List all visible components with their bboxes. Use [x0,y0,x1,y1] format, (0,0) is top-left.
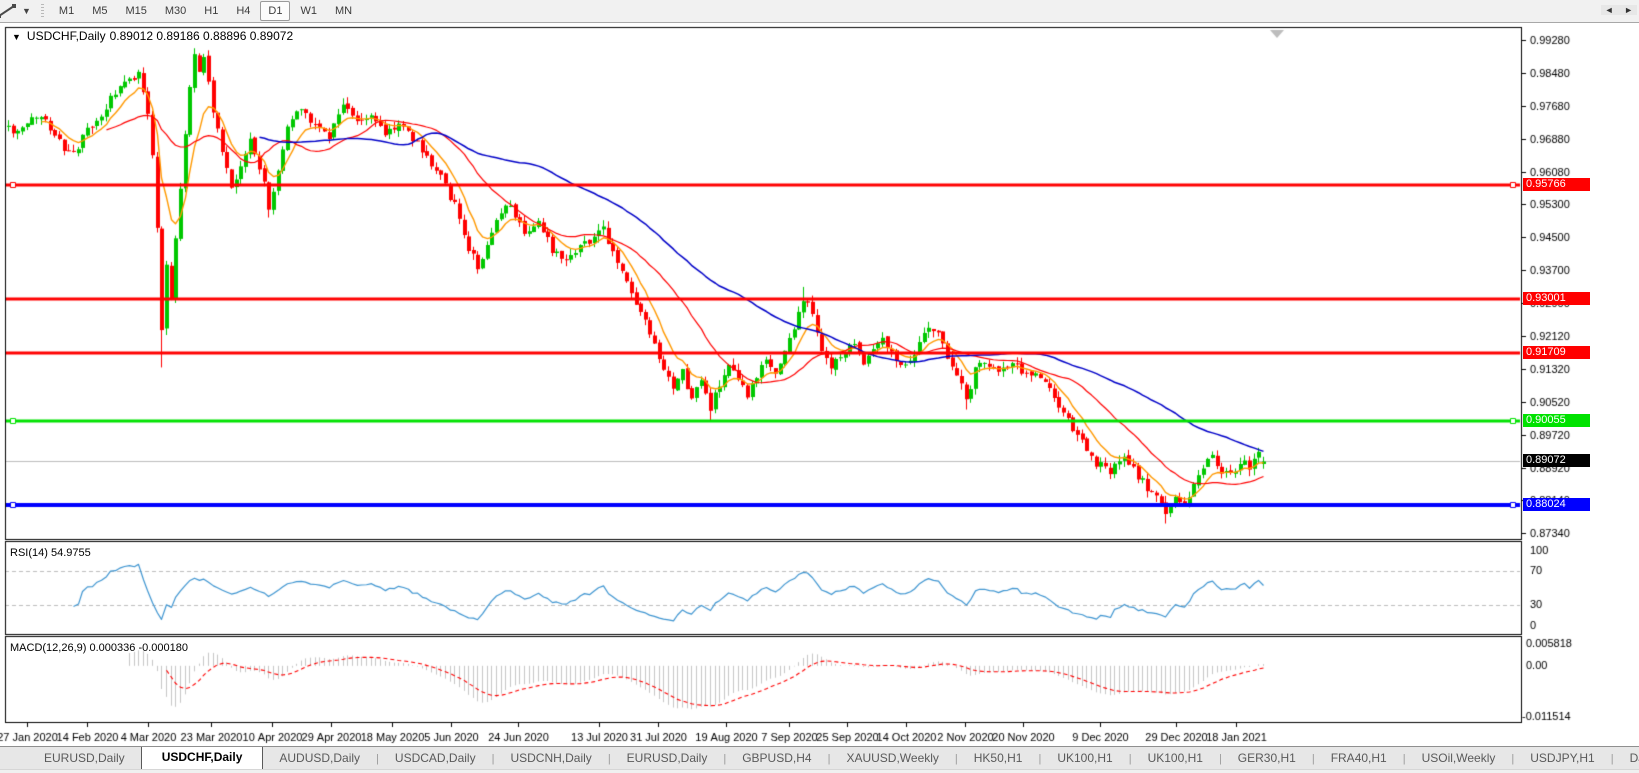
chart-tab-eurusd-daily[interactable]: EURUSD,Daily [28,748,141,769]
timeframe-button-m5[interactable]: M5 [84,1,115,21]
chart-tab-usdcad-daily[interactable]: USDCAD,Daily [379,748,492,769]
chart-tab-fra40-h1[interactable]: FRA40,H1 [1315,748,1403,769]
rsi-indicator-label: RSI(14) 54.9755 [10,547,91,559]
chart-tab-uk100-h1[interactable]: UK100,H1 [1041,748,1128,769]
chart-tab-xauusd-weekly[interactable]: XAUUSD,Weekly [830,748,954,769]
chart-tab-ger30-h1[interactable]: GER30,H1 [1222,748,1312,769]
chart-tab-bar: EURUSD,Daily USDCHF,Daily AUDUSD,Daily | USD… [0,746,1639,769]
chart-tab-audusd-daily[interactable]: AUDUSD,Daily [263,748,376,769]
macd-signal-value: -0.000180 [138,642,188,654]
timeframe-button-h1[interactable]: H1 [196,1,226,21]
toolbar-grip [40,4,44,18]
chart-tab-usdcnh-daily[interactable]: USDCNH,Daily [494,748,607,769]
timeframe-button-m30[interactable]: M30 [157,1,194,21]
macd-name: MACD(12,26,9) [10,642,87,654]
chart-title-collapse-icon[interactable]: ▼ [12,32,21,42]
chevron-down-icon[interactable]: ▼ [22,6,31,16]
price-chart-canvas[interactable] [0,23,1639,746]
chart-ohlc-values: 0.89012 0.89186 0.88896 0.89072 [109,29,294,43]
macd-indicator-label: MACD(12,26,9) 0.000336 -0.000180 [10,642,188,654]
timeframe-button-h4[interactable]: H4 [228,1,258,21]
chart-tab-hk50-h1[interactable]: HK50,H1 [958,748,1039,769]
timeframe-buttons: M1 M5 M15 M30 H1 H4 D1 W1 MN [50,1,361,21]
tab-scroll-arrows[interactable]: ◄ ► [1600,5,1637,15]
trendline-tool-icon[interactable] [0,2,20,20]
chart-tab-eurusd-daily[interactable]: EURUSD,Daily [611,748,724,769]
chart-tab-gbpusd-h4[interactable]: GBPUSD,H4 [726,748,827,769]
chart-tab-dj30-daily[interactable]: DJ30,Daily [1614,748,1639,769]
trading-terminal-window: ▼ M1 M5 M15 M30 H1 H4 D1 W1 MN ▼ USDCHF,Daily 0.89… [0,0,1639,773]
chart-tab-uk100-h1[interactable]: UK100,H1 [1132,748,1219,769]
rsi-value: 54.9755 [50,547,91,559]
status-bar-strip [0,769,1639,773]
chart-tab-usoil-weekly[interactable]: USOil,Weekly [1406,748,1512,769]
macd-main-value: 0.000336 [89,642,136,654]
hline-price-label[interactable]: 0.95766 [1523,178,1590,191]
timeframe-button-mn[interactable]: MN [327,1,360,21]
timeframe-toolbar: ▼ M1 M5 M15 M30 H1 H4 D1 W1 MN [0,0,1639,23]
timeframe-button-w1[interactable]: W1 [292,1,325,21]
chart-symbol-label: USDCHF,Daily [26,29,106,43]
hline-price-label[interactable]: 0.90055 [1523,414,1590,427]
hline-price-label[interactable]: 0.88024 [1523,498,1590,511]
timeframe-button-d1[interactable]: D1 [260,1,291,21]
chart-title: ▼ USDCHF,Daily 0.89012 0.89186 0.88896 0.8… [12,29,297,43]
current-price-label: 0.89072 [1523,454,1590,467]
chart-tab-usdjpy-h1[interactable]: USDJPY,H1 [1514,748,1610,769]
timeframe-button-m1[interactable]: M1 [51,1,82,21]
hline-price-label[interactable]: 0.91709 [1523,346,1590,359]
chart-window: ▼ USDCHF,Daily 0.89012 0.89186 0.88896 0.8… [0,23,1639,746]
timeframe-button-m15[interactable]: M15 [117,1,154,21]
hline-price-label[interactable]: 0.93001 [1523,292,1590,305]
chart-tab-usdchf-daily[interactable]: USDCHF,Daily [140,747,264,769]
rsi-name: RSI(14) [10,547,48,559]
